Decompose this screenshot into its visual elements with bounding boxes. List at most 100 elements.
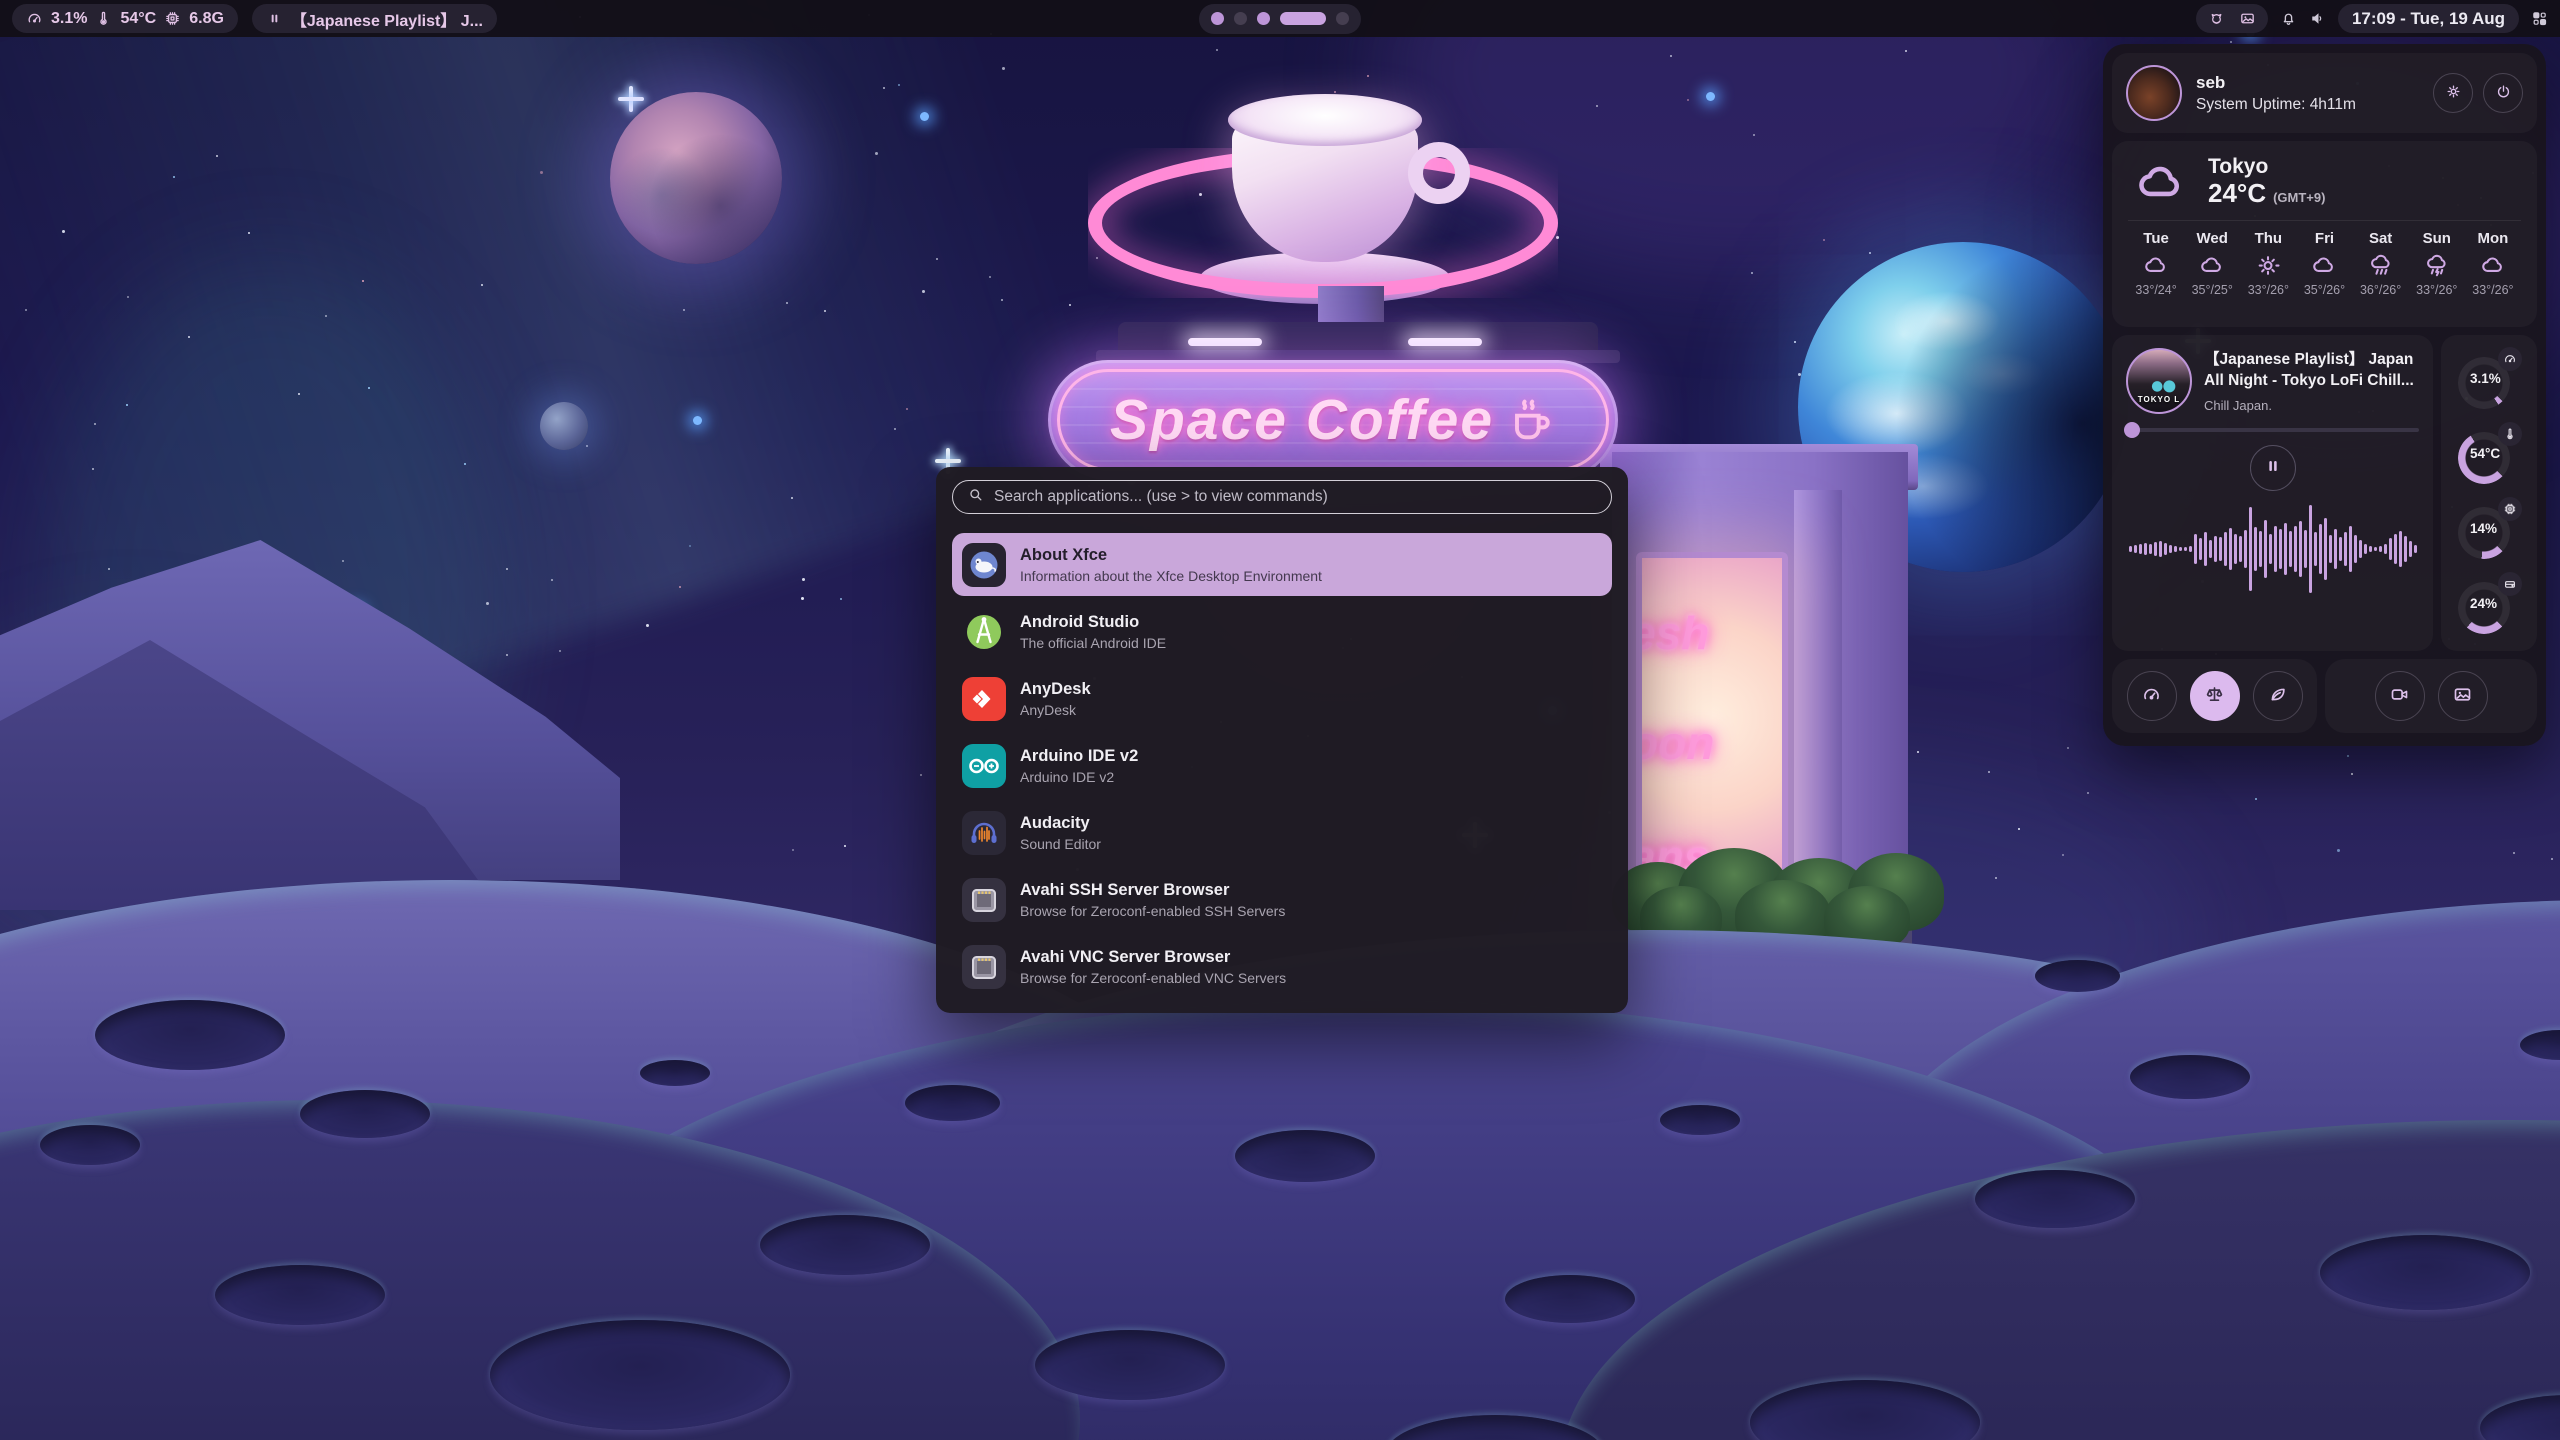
forecast-day-label: Mon (2478, 230, 2509, 247)
coffee-cup-rim (1228, 94, 1422, 146)
forecast-day-sat: Sat 36°/26° (2353, 230, 2409, 297)
window-neon-text: esh (1636, 606, 1709, 660)
app-row-arduino-ide-v2[interactable]: Arduino IDE v2 Arduino IDE v2 (952, 734, 1612, 797)
crater (1660, 1105, 1740, 1135)
app-row-avahi-vnc-server-browser[interactable]: Avahi VNC Server Browser Browse for Zero… (952, 935, 1612, 998)
star (1905, 50, 1907, 52)
app-row-anydesk[interactable]: AnyDesk AnyDesk (952, 667, 1612, 730)
music-player-card: TOKYO L 【Japanese Playlist】 Japan All Ni… (2112, 335, 2433, 651)
clock[interactable]: 17:09 - Tue, 19 Aug (2338, 4, 2519, 33)
volume-icon[interactable] (2309, 10, 2326, 27)
leaf-dock-button[interactable] (2253, 671, 2303, 721)
power-icon (2495, 83, 2512, 103)
star (2337, 849, 2340, 852)
notifications-bell-icon[interactable] (2280, 10, 2297, 27)
star (824, 310, 826, 312)
star (506, 568, 508, 570)
star (2230, 41, 2232, 43)
crater (1975, 1170, 2135, 1228)
forecast-temps: 33°/26° (2248, 283, 2289, 297)
cloud-icon (2143, 252, 2169, 278)
system-stats-pill[interactable]: 3.1% 54°C 6.8G (12, 4, 238, 33)
app-launcher: About Xfce Information about the Xfce De… (936, 467, 1628, 1013)
waveform-bar (2284, 523, 2287, 575)
image-dock-button[interactable] (2438, 671, 2488, 721)
dashboard-grid-icon[interactable] (2531, 10, 2548, 27)
leaf-icon (2267, 684, 2288, 708)
app-row-audacity[interactable]: Audacity Sound Editor (952, 801, 1612, 864)
star (2551, 858, 2553, 860)
track-subtitle: Chill Japan. (2204, 398, 2414, 413)
app-description: Browse for Zeroconf-enabled SSH Servers (1020, 903, 1285, 919)
avahi-app-icon (962, 945, 1006, 989)
waveform-bar (2254, 527, 2257, 571)
forecast-temps: 33°/26° (2472, 283, 2513, 297)
star (540, 171, 543, 174)
audio-waveform (2126, 503, 2419, 595)
app-row-avahi-ssh-server-browser[interactable]: Avahi SSH Server Browser Browse for Zero… (952, 868, 1612, 931)
pet-icon[interactable] (2208, 10, 2225, 27)
waveform-bar (2409, 541, 2412, 557)
star (1670, 55, 1672, 57)
system-uptime: System Uptime: 4h11m (2196, 96, 2356, 114)
sparkle-star (618, 86, 644, 112)
scales-icon (2204, 684, 2225, 708)
workspace-dot-3[interactable] (1257, 12, 1270, 25)
waveform-bar (2194, 534, 2197, 564)
scales-dock-button[interactable] (2190, 671, 2240, 721)
speedometer-dock-button[interactable] (2127, 671, 2177, 721)
crater (2035, 960, 2120, 992)
workspace-dot-1[interactable] (1211, 12, 1224, 25)
purple-planet (610, 92, 782, 264)
star (875, 152, 878, 155)
power-button[interactable] (2483, 73, 2523, 113)
star (2513, 852, 2515, 854)
search-input[interactable] (994, 488, 1597, 506)
weather-timezone: (GMT+9) (2273, 190, 2325, 205)
weather-forecast: Tue 33°/24°Wed 35°/25°Thu 33°/26°Fri 35°… (2128, 230, 2521, 297)
camera-dock-button[interactable] (2375, 671, 2425, 721)
seek-knob[interactable] (2124, 422, 2140, 438)
workspace-dot-2[interactable] (1234, 12, 1247, 25)
waveform-bar (2189, 546, 2192, 552)
crater (490, 1320, 790, 1430)
settings-button[interactable] (2433, 73, 2473, 113)
forecast-day-thu: Thu 33°/26° (2240, 230, 2296, 297)
workspace-indicator[interactable] (1199, 4, 1361, 34)
pause-button[interactable] (2250, 445, 2296, 491)
app-row-android-studio[interactable]: Android Studio The official Android IDE (952, 600, 1612, 663)
now-playing-pill[interactable]: 【Japanese Playlist】 J... (252, 4, 497, 33)
waveform-bar (2169, 545, 2172, 553)
window-neon-text: oon (1636, 716, 1714, 770)
crater (760, 1215, 930, 1275)
waveform-bar (2139, 544, 2142, 554)
waveform-bar (2179, 547, 2182, 551)
waveform-bar (2319, 524, 2322, 574)
wallpaper-icon[interactable] (2239, 10, 2256, 27)
topbar-left-cluster: 3.1% 54°C 6.8G 【Japanese Playlist】 J... (12, 4, 497, 33)
search-box[interactable] (952, 480, 1612, 514)
speedometer-icon (2141, 684, 2162, 708)
star (1823, 239, 1825, 241)
app-name: Audacity (1020, 814, 1101, 833)
app-row-about-xfce[interactable]: About Xfce Information about the Xfce De… (952, 533, 1612, 596)
workspace-dot-5[interactable] (1336, 12, 1349, 25)
star (506, 654, 508, 656)
star (2255, 798, 2257, 800)
star (840, 598, 842, 600)
star (481, 284, 483, 286)
crater (1035, 1330, 1225, 1400)
star (920, 774, 922, 776)
seek-bar[interactable] (2126, 428, 2419, 432)
forecast-temps: 35°/26° (2304, 283, 2345, 297)
sidebar-dock-left (2112, 659, 2317, 733)
waveform-bar (2304, 530, 2307, 568)
star (786, 302, 788, 304)
rain-icon (2368, 252, 2394, 278)
waveform-bar (2219, 537, 2222, 561)
cpu-temp: 54°C (120, 10, 156, 28)
waveform-bar (2204, 532, 2207, 566)
workspace-dot-4[interactable] (1280, 12, 1326, 25)
star (791, 497, 793, 499)
waveform-bar (2349, 526, 2352, 572)
